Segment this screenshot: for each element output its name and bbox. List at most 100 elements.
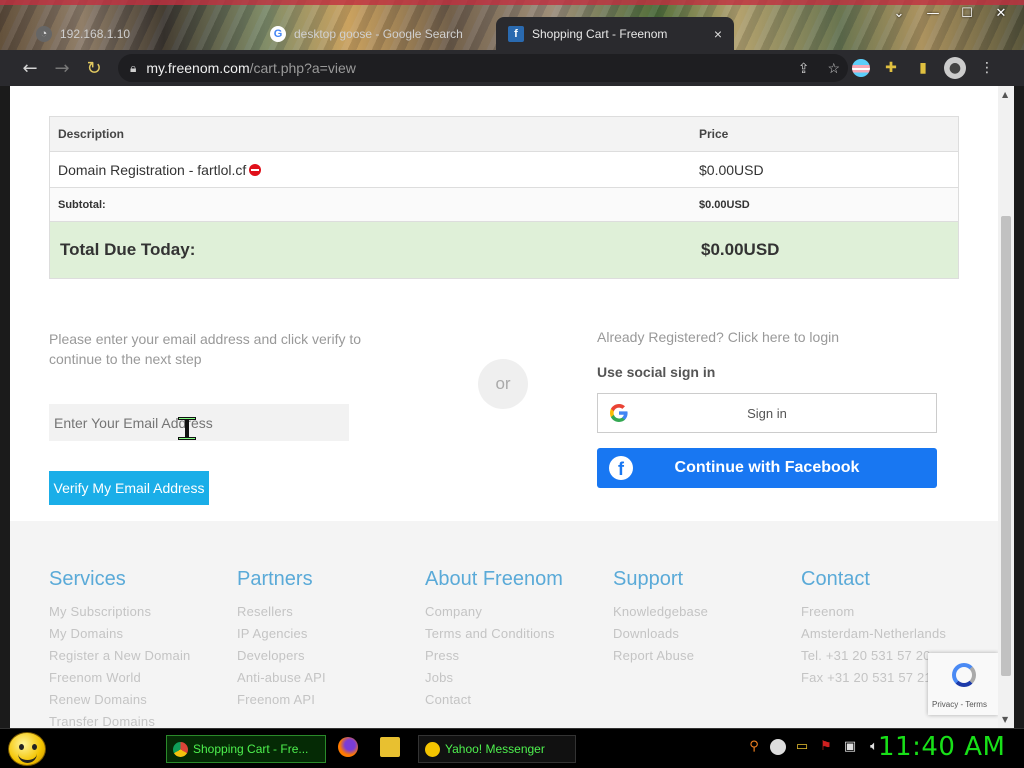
- item-description: Domain Registration - fartlol.cf: [58, 161, 247, 178]
- tab-shopping-cart[interactable]: f Shopping Cart - Freenom ×: [496, 17, 734, 50]
- footer-link[interactable]: Developers: [237, 645, 326, 667]
- window-frame-right: [1014, 86, 1024, 728]
- item-price: $0.00USD: [699, 161, 764, 178]
- footer-link[interactable]: Renew Domains: [49, 689, 190, 711]
- firefox-icon[interactable]: [338, 737, 358, 757]
- google-button-label: Sign in: [747, 405, 787, 421]
- address-bar[interactable]: 🔒︎ my.freenom.com/cart.php?a=view ⇪ ☆: [118, 54, 848, 82]
- footer-link[interactable]: Freenom API: [237, 689, 326, 711]
- maximize-icon[interactable]: ☐: [958, 6, 976, 21]
- footer-link[interactable]: Press: [425, 645, 563, 667]
- recaptcha-terms[interactable]: Privacy - Terms: [932, 700, 987, 709]
- footer-link[interactable]: Jobs: [425, 667, 563, 689]
- taskbar-item-chrome[interactable]: Shopping Cart - Fre...: [166, 735, 326, 763]
- footer-column-partners: Partners Resellers IP Agencies Developer…: [237, 568, 326, 711]
- taskbar: Shopping Cart - Fre... Yahoo! Messenger …: [0, 728, 1024, 768]
- share-icon[interactable]: ⇪: [798, 60, 810, 77]
- taskbar-item-label: Shopping Cart - Fre...: [193, 742, 309, 756]
- remove-item-icon[interactable]: [249, 163, 262, 176]
- footer-column-services: Services My Subscriptions My Domains Reg…: [49, 568, 190, 728]
- wallet-icon[interactable]: ▭: [794, 739, 810, 755]
- url-host: my.freenom.com: [146, 60, 250, 76]
- footer-link[interactable]: My Subscriptions: [49, 601, 190, 623]
- footer-column-about: About Freenom Company Terms and Conditio…: [425, 568, 563, 711]
- google-sign-in-button[interactable]: Sign in: [597, 393, 937, 433]
- login-link[interactable]: Already Registered? Click here to login: [597, 329, 839, 345]
- footer-link[interactable]: Transfer Domains: [49, 711, 190, 728]
- back-arrow-icon[interactable]: ←: [16, 54, 44, 82]
- facebook-icon: f: [609, 456, 633, 480]
- yahoo-smiley-icon: [425, 741, 440, 757]
- globe-icon: ◔: [36, 25, 52, 42]
- quick-launch: [338, 737, 400, 757]
- subtotal-label: Subtotal:: [58, 198, 106, 211]
- taskbar-item-yahoo-messenger[interactable]: Yahoo! Messenger: [418, 735, 576, 763]
- recaptcha-badge[interactable]: Privacy - Terms: [928, 653, 998, 715]
- footer-link: Amsterdam-Netherlands: [801, 626, 947, 641]
- tab-title: 192.168.1.10: [60, 26, 131, 41]
- footer-link[interactable]: Anti-abuse API: [237, 667, 326, 689]
- scrollbar-thumb[interactable]: [1001, 216, 1011, 676]
- network-icon[interactable]: ▣: [842, 739, 858, 755]
- verify-instructions: Please enter your email address and clic…: [49, 331, 362, 367]
- footer-link[interactable]: Register a New Domain: [49, 645, 190, 667]
- footer-link[interactable]: Contact: [425, 689, 563, 711]
- window-frame-left: [0, 86, 10, 728]
- footer-link[interactable]: Downloads: [613, 623, 708, 645]
- close-window-icon[interactable]: ✕: [992, 6, 1010, 21]
- system-tray: ⚲ ▭ ⚑ ▣ 🔈︎: [746, 739, 882, 755]
- scroll-up-arrow-icon[interactable]: ▲: [1002, 90, 1008, 99]
- footer-column-support: Support Knowledgebase Downloads Report A…: [613, 568, 708, 667]
- footer-link[interactable]: My Domains: [49, 623, 190, 645]
- chevron-down-icon[interactable]: ⌄: [890, 6, 908, 21]
- puzzle-extension-icon[interactable]: ✚: [880, 57, 902, 79]
- page-scrollbar[interactable]: ▲ ▼: [998, 86, 1014, 728]
- email-field[interactable]: [49, 404, 349, 441]
- chrome-icon: [173, 741, 188, 757]
- taskbar-item-label: Yahoo! Messenger: [445, 742, 545, 756]
- text-cursor-icon: [178, 417, 196, 440]
- facebook-sign-in-button[interactable]: f Continue with Facebook: [597, 448, 937, 488]
- footer-link[interactable]: Freenom World: [49, 667, 190, 689]
- profile-avatar-icon[interactable]: ●: [944, 57, 966, 79]
- tab-google-search[interactable]: G desktop goose - Google Search: [258, 17, 490, 50]
- side-panel-icon[interactable]: ▮: [912, 57, 934, 79]
- folder-icon[interactable]: [380, 737, 400, 757]
- search-icon[interactable]: ⚲: [746, 739, 762, 755]
- cart-item-row: Domain Registration - fartlol.cf $0.00US…: [50, 152, 958, 188]
- tab-title: desktop goose - Google Search: [294, 26, 463, 41]
- tab-close-icon[interactable]: ×: [714, 26, 722, 42]
- total-value: $0.00USD: [701, 240, 780, 259]
- footer-heading: Partners: [237, 568, 313, 590]
- footer-link[interactable]: Report Abuse: [613, 645, 708, 667]
- bookmark-star-icon[interactable]: ☆: [827, 60, 840, 77]
- scroll-down-arrow-icon[interactable]: ▼: [1002, 715, 1008, 724]
- description-header: Description: [58, 127, 125, 141]
- freenom-icon: f: [508, 25, 524, 42]
- social-sign-in-title: Use social sign in: [597, 364, 716, 380]
- footer-link[interactable]: Resellers: [237, 601, 326, 623]
- pride-flag-extension-icon[interactable]: [852, 59, 870, 77]
- verify-email-button[interactable]: Verify My Email Address: [49, 471, 209, 505]
- flag-icon[interactable]: ⚑: [818, 739, 834, 755]
- extensions-area: ✚ ▮ ● ⋮: [852, 54, 998, 82]
- tab-192-168-1-10[interactable]: ◔ 192.168.1.10: [24, 17, 254, 50]
- start-smiley-icon[interactable]: [8, 732, 46, 766]
- messenger-tray-icon[interactable]: [770, 739, 786, 755]
- tab-title: Shopping Cart - Freenom: [532, 26, 668, 41]
- minimize-icon[interactable]: —: [924, 6, 942, 21]
- footer-link: Tel. +31 20 531 57 20: [801, 648, 931, 663]
- forward-arrow-icon[interactable]: →: [48, 54, 76, 82]
- footer-link: Fax +31 20 531 57 21: [801, 670, 932, 685]
- footer-heading: Services: [49, 568, 126, 590]
- footer-link[interactable]: Knowledgebase: [613, 601, 708, 623]
- url-path: /cart.php?a=view: [249, 60, 356, 76]
- or-divider: or: [478, 359, 528, 409]
- taskbar-clock[interactable]: 11:40 AM: [878, 732, 1005, 762]
- menu-kebab-icon[interactable]: ⋮: [976, 57, 998, 79]
- footer-link[interactable]: IP Agencies: [237, 623, 326, 645]
- footer-link[interactable]: Company: [425, 601, 563, 623]
- browser-tab-strip: ◔ 192.168.1.10 G desktop goose - Google …: [0, 0, 1024, 50]
- reload-icon[interactable]: ↻: [80, 54, 108, 82]
- footer-link[interactable]: Terms and Conditions: [425, 623, 563, 645]
